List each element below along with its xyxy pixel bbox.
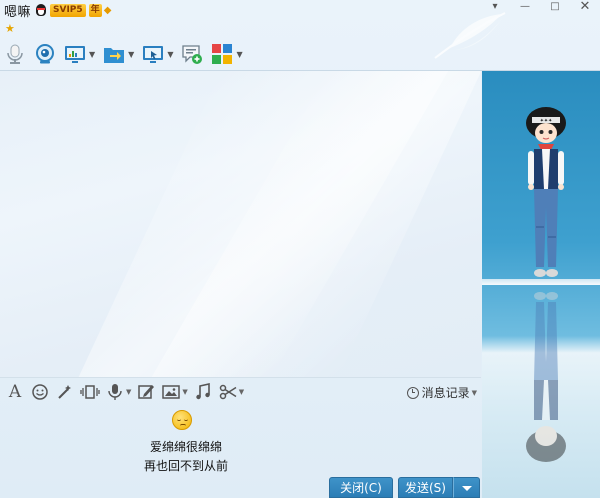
screenshot-scissors-button[interactable] — [218, 382, 238, 402]
screen-share-button[interactable]: ▼ — [142, 42, 173, 66]
main-toolbar: ▼ ▼ ▼ ▼ — [4, 40, 251, 68]
doodle-button[interactable] — [136, 382, 156, 402]
input-toolbar: A ▼ ▼ ▼ 消息记录 ▼ — [0, 377, 481, 405]
send-file-button[interactable]: ▼ — [103, 42, 134, 66]
remote-desktop-icon — [65, 46, 85, 63]
input-text-line-1: 爱绵绵很绵绵 — [149, 440, 222, 454]
pensive-face-emoji-icon — [172, 410, 192, 430]
microphone-icon — [7, 44, 23, 64]
voice-message-dropdown-icon[interactable]: ▼ — [126, 388, 131, 396]
qq-penguin-icon — [34, 3, 48, 17]
qq-show-avatar-reflection — [526, 292, 566, 462]
remote-desktop-button[interactable]: ▼ — [64, 42, 95, 66]
contact-nickname: 嗯嘛 — [4, 4, 32, 20]
voice-message-button[interactable] — [105, 382, 125, 402]
message-history-label: 消息记录 — [421, 386, 470, 400]
create-group-button[interactable] — [181, 42, 203, 66]
video-call-button[interactable] — [34, 42, 56, 66]
send-image-dropdown-icon[interactable]: ▼ — [182, 388, 187, 396]
apps-dropdown-icon[interactable]: ▼ — [236, 50, 242, 59]
clock-icon — [406, 386, 419, 399]
title-bar: 嗯嘛 SVIP5 年 ◆ ▾ — □ ✕ — [0, 0, 600, 20]
minimize-button[interactable]: — — [510, 0, 540, 16]
send-file-icon — [104, 48, 125, 63]
send-image-button[interactable] — [161, 382, 181, 402]
font-icon: A — [8, 381, 22, 402]
screen-share-icon — [143, 46, 164, 63]
send-button[interactable]: 发送(S) — [398, 477, 453, 498]
music-button[interactable] — [193, 382, 213, 402]
message-history-area[interactable] — [0, 71, 482, 377]
close-chat-button[interactable]: 关闭(C) — [329, 477, 393, 498]
close-window-button[interactable]: ✕ — [570, 0, 600, 16]
font-settings-button[interactable]: A — [5, 382, 25, 402]
remote-desktop-dropdown-icon[interactable]: ▼ — [89, 50, 95, 59]
apps-button[interactable]: ▼ — [211, 42, 243, 66]
emoji-button[interactable] — [30, 382, 50, 402]
apps-icon — [212, 44, 233, 64]
diamond-icon: ◆ — [103, 4, 112, 16]
message-history-dropdown-icon[interactable]: ▼ — [472, 389, 477, 397]
message-history-button[interactable]: 消息记录 ▼ — [406, 384, 477, 401]
qq-show-panel: ✦✦✦ — [482, 71, 600, 498]
magic-wand-button[interactable] — [55, 382, 75, 402]
input-text-line-2: 再也回不到从前 — [143, 459, 228, 473]
webcam-icon — [36, 44, 54, 64]
svip-badge: SVIP5 — [50, 3, 86, 17]
qq-show-avatar: ✦✦✦ — [526, 107, 566, 277]
send-file-dropdown-icon[interactable]: ▼ — [128, 50, 134, 59]
screen-share-dropdown-icon[interactable]: ▼ — [167, 50, 173, 59]
qq-chat-window: 嗯嘛 SVIP5 年 ◆ ▾ — □ ✕ ★ ▼ ▼ ▼ ▼ ✦✦✦ A ▼ ▼… — [0, 0, 600, 498]
year-badge: 年 — [88, 3, 102, 17]
voice-call-button[interactable] — [4, 42, 26, 66]
send-options-dropdown-icon — [462, 486, 472, 491]
screenshot-dropdown-icon[interactable]: ▼ — [239, 388, 244, 396]
feather-decoration — [434, 12, 506, 59]
send-options-button[interactable] — [453, 477, 480, 498]
maximize-button[interactable]: □ — [540, 0, 570, 16]
create-group-icon — [182, 45, 203, 64]
vip-star-icon: ★ — [5, 22, 15, 35]
shake-window-button[interactable] — [80, 382, 100, 402]
